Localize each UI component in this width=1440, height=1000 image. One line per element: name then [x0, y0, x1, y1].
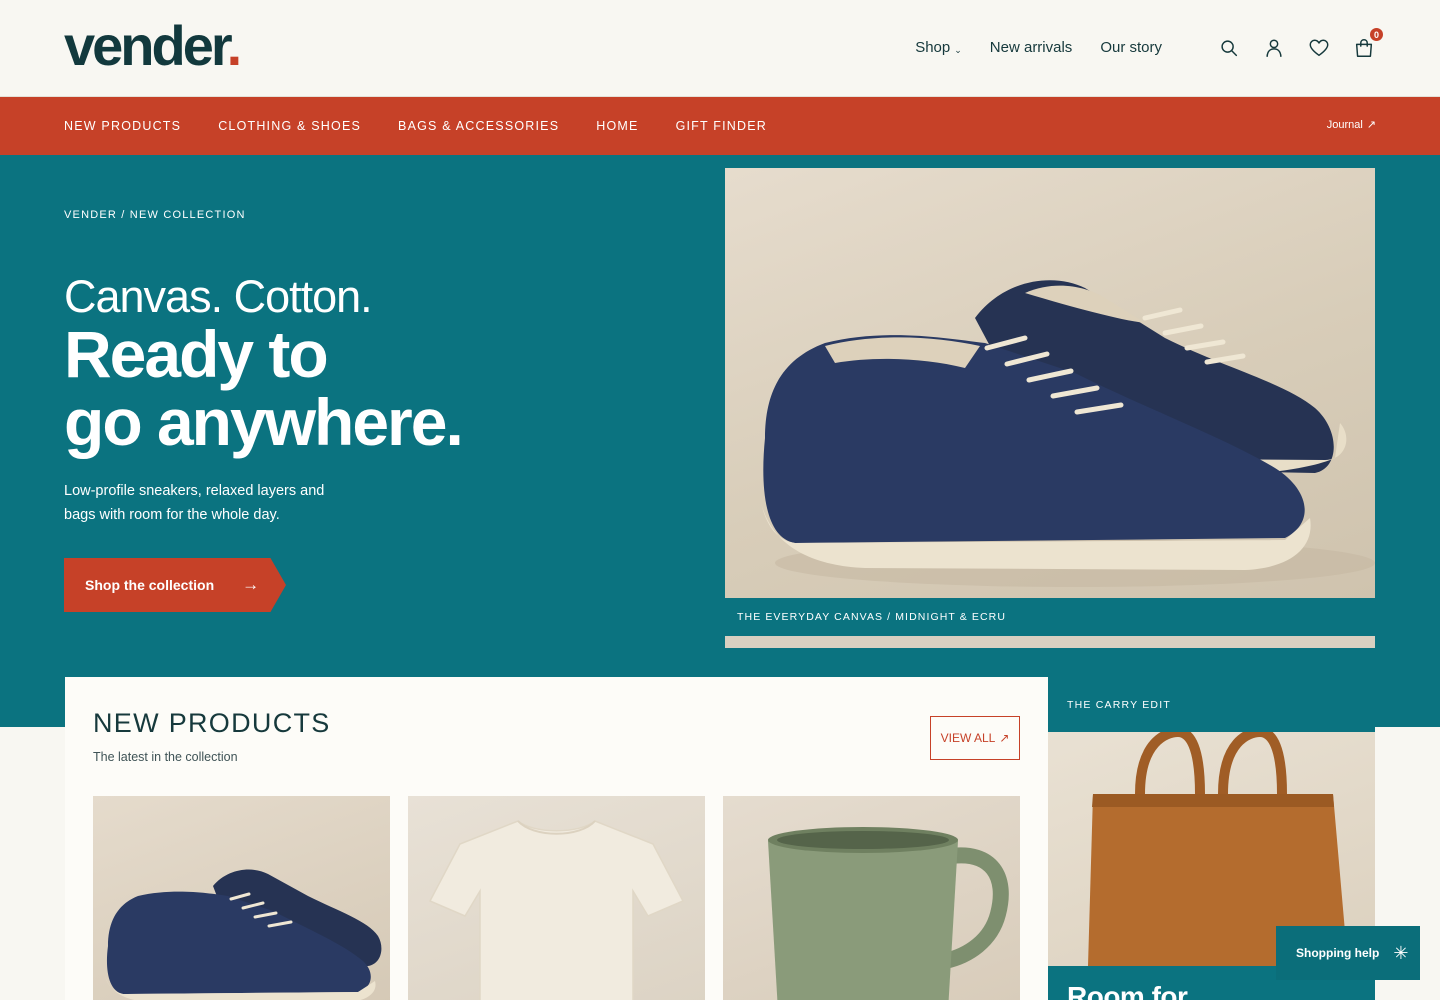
- breadcrumb: VENDER / NEW COLLECTION: [64, 209, 246, 221]
- logo[interactable]: vender.: [64, 18, 242, 74]
- new-products-panel: NEW PRODUCTS The latest in the collectio…: [65, 677, 1048, 1000]
- photo-caption: THE EVERYDAY CANVAS / MIDNIGHT & ECRU: [737, 611, 1007, 623]
- tshirt-thumbnail: [428, 820, 685, 1000]
- sparkle-icon: ✳: [1393, 942, 1409, 963]
- shopping-help-button[interactable]: Shopping help ✳: [1276, 926, 1420, 980]
- wishlist-button[interactable]: [1307, 36, 1331, 60]
- view-all-button[interactable]: VIEW ALL ↗: [930, 716, 1020, 760]
- product-card-tshirt[interactable]: [408, 796, 705, 1000]
- nav-new-arrivals[interactable]: New arrivals: [990, 39, 1073, 56]
- view-all-label: VIEW ALL: [940, 731, 996, 745]
- user-icon: [1266, 39, 1282, 57]
- hero-heading-line3: go anywhere.: [64, 385, 464, 459]
- search-button[interactable]: [1217, 36, 1241, 60]
- new-products-title: NEW PRODUCTS: [93, 708, 331, 738]
- main-nav: Shop ⌄ New arrivals Our story: [915, 39, 1162, 56]
- category-bar: NEW PRODUCTS CLOTHING & SHOES BAGS & ACC…: [0, 97, 1440, 155]
- logo-text: vender: [64, 14, 230, 77]
- journal-link[interactable]: Journal ↗: [1326, 118, 1376, 132]
- sneakers-illustration: [760, 280, 1375, 587]
- journal-label: Journal: [1326, 118, 1363, 131]
- site-header: vender. Shop ⌄ New arrivals Our story 0: [0, 0, 1440, 97]
- nav-new-arrivals-label: New arrivals: [989, 39, 1073, 56]
- product-card-mug[interactable]: [723, 796, 1020, 1000]
- sneakers-thumbnail: [105, 869, 382, 1000]
- search-icon: [1221, 40, 1238, 57]
- shopping-help-label: Shopping help: [1296, 946, 1380, 960]
- new-products-subtitle: The latest in the collection: [93, 750, 238, 764]
- hero: VENDER / NEW COLLECTION Canvas. Cotton. …: [0, 155, 1440, 727]
- cart-count-badge: 0: [1369, 27, 1384, 42]
- cat-new-products[interactable]: NEW PRODUCTS: [64, 119, 181, 133]
- category-links: NEW PRODUCTS CLOTHING & SHOES BAGS & ACC…: [64, 97, 767, 155]
- hero-heading-line1: Canvas. Cotton.: [64, 271, 373, 322]
- cat-bags-accessories[interactable]: BAGS & ACCESSORIES: [398, 119, 559, 133]
- header-icons: 0: [1217, 27, 1384, 60]
- cat-gift-finder[interactable]: GIFT FINDER: [676, 119, 767, 133]
- chevron-down-icon: ⌄: [954, 44, 962, 55]
- photo-caption-bar: THE EVERYDAY CANVAS / MIDNIGHT & ECRU: [725, 598, 1375, 636]
- shop-collection-label: Shop the collection: [85, 577, 215, 593]
- carry-edit-label: THE CARRY EDIT: [1067, 699, 1171, 711]
- cat-clothing-shoes[interactable]: CLOTHING & SHOES: [218, 119, 361, 133]
- photo-strip: [725, 636, 1375, 648]
- hero-sneaker-image[interactable]: [725, 168, 1375, 598]
- heart-icon: [1309, 39, 1329, 57]
- shop-collection-button[interactable]: Shop the collection →: [64, 558, 286, 612]
- account-button[interactable]: [1262, 36, 1286, 60]
- hero-subtitle: Low-profile sneakers, relaxed layers and…: [64, 483, 325, 523]
- nav-our-story[interactable]: Our story: [1100, 39, 1162, 56]
- nav-shop-label: Shop: [915, 39, 951, 56]
- cart-button[interactable]: 0: [1352, 27, 1384, 60]
- carry-edit-heading: Room for: [1067, 981, 1188, 1000]
- arrow-up-right-icon: ↗: [999, 731, 1010, 745]
- mug-thumbnail: [768, 827, 1009, 1000]
- hero-heading-line2: Ready to: [64, 317, 329, 391]
- logo-dot: .: [226, 14, 242, 77]
- nav-our-story-label: Our story: [1100, 39, 1162, 56]
- nav-shop[interactable]: Shop ⌄: [915, 39, 962, 56]
- cat-home[interactable]: HOME: [596, 119, 638, 133]
- product-card-sneakers[interactable]: [93, 796, 390, 1000]
- arrow-right-icon: →: [242, 575, 260, 594]
- arrow-up-right-icon: ↗: [1366, 119, 1376, 131]
